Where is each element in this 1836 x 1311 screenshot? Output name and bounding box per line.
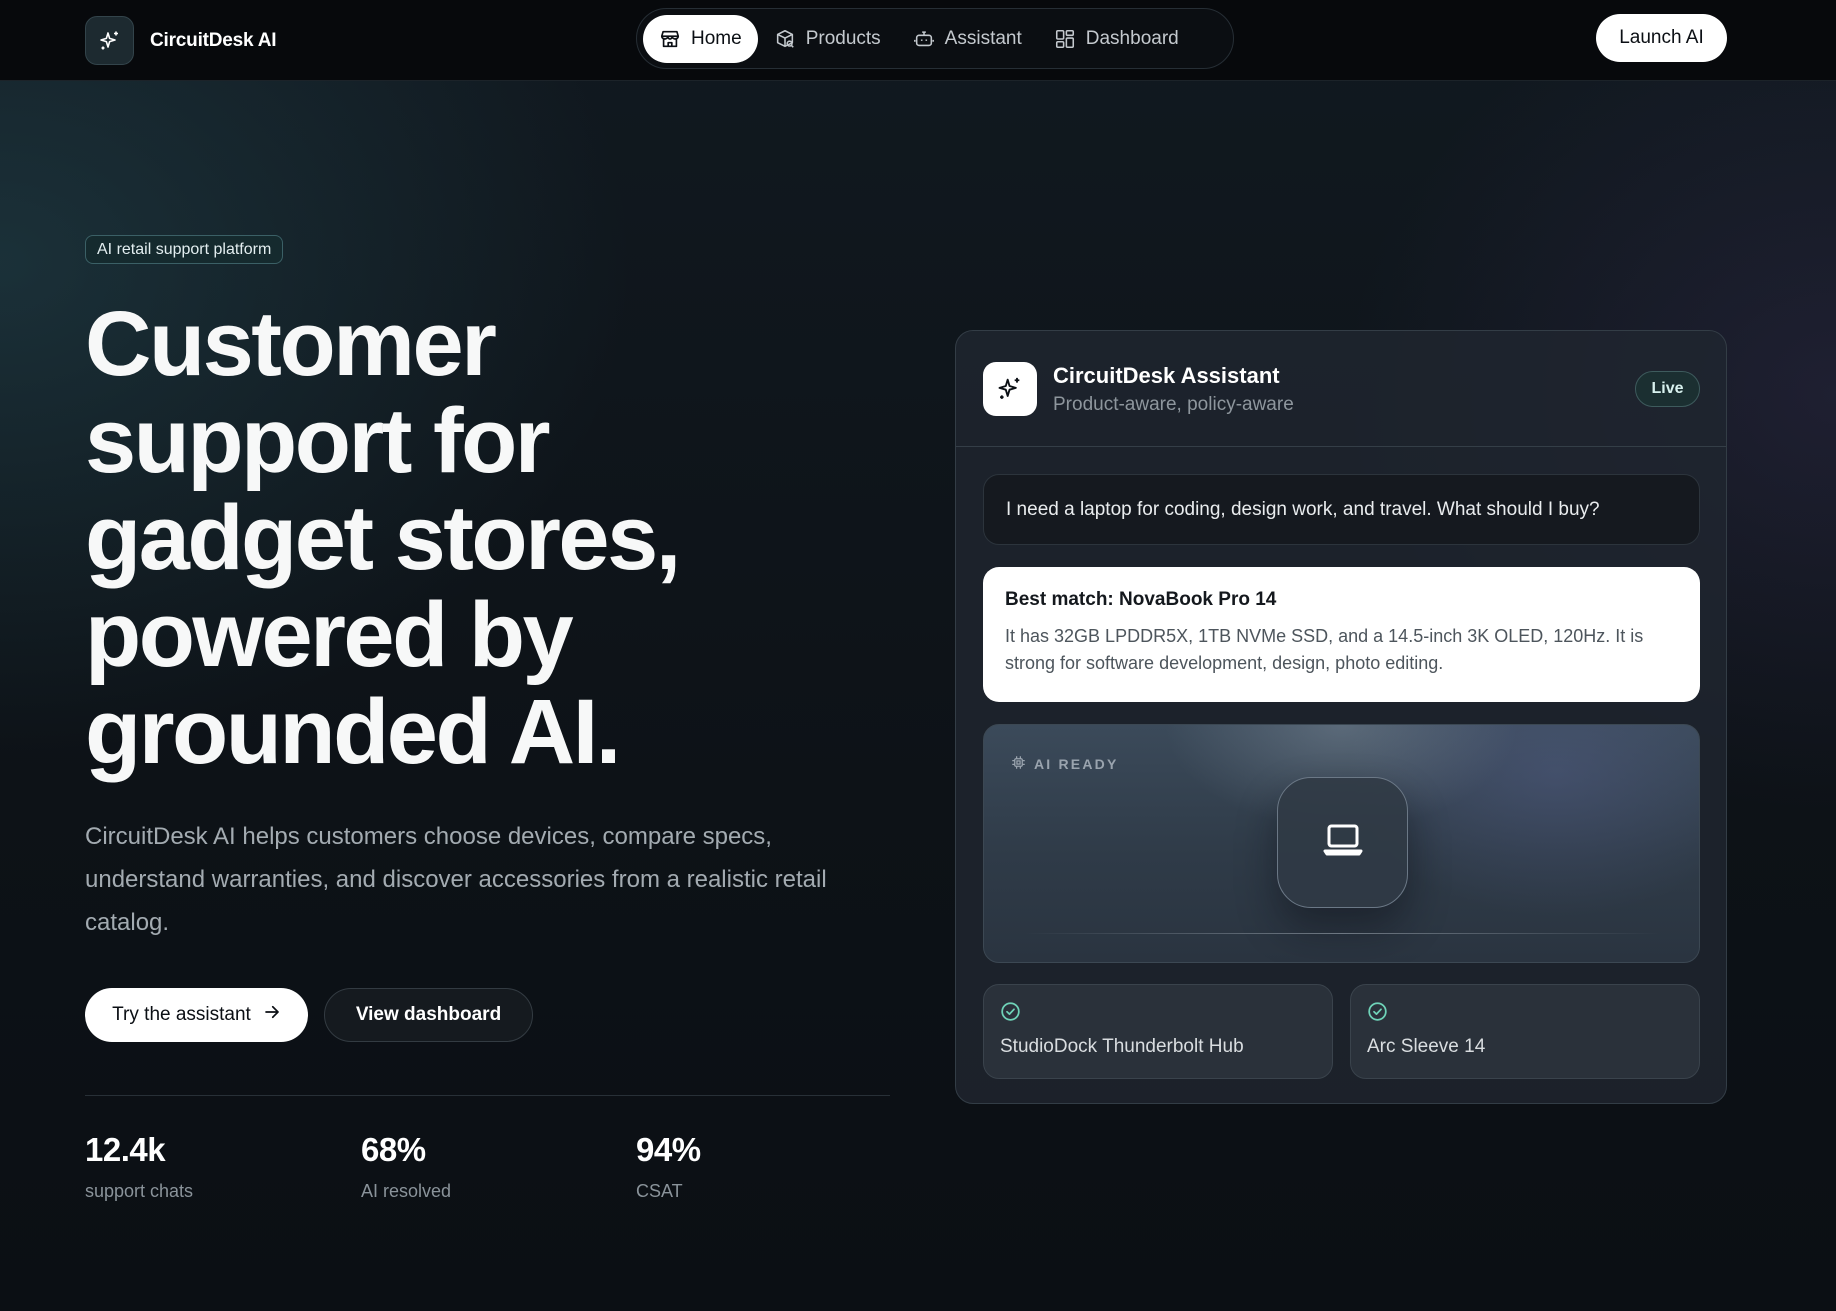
sparkle-icon: [85, 16, 134, 65]
laptop-tile: [1277, 777, 1408, 908]
accessory-card[interactable]: StudioDock Thunderbolt Hub: [983, 984, 1333, 1079]
laptop-icon: [1319, 816, 1367, 869]
check-circle-icon: [1367, 1001, 1388, 1022]
chip-icon: [1011, 755, 1026, 773]
tab-products[interactable]: Products: [758, 15, 897, 63]
hero-title-line: gadget stores,: [85, 487, 681, 589]
bot-icon: [913, 28, 935, 50]
brand-name: CircuitDesk AI: [150, 29, 277, 51]
stat-value: 12.4k: [85, 1131, 166, 1168]
assistant-subtitle: Product-aware, policy-aware: [1053, 394, 1294, 415]
assistant-card: CircuitDesk Assistant Product-aware, pol…: [955, 330, 1727, 1104]
accessory-name: Arc Sleeve 14: [1367, 1036, 1486, 1057]
package-icon: [774, 28, 796, 50]
stat-support-chats: 12.4k support chats: [85, 1131, 193, 1202]
tab-assistant[interactable]: Assistant: [897, 15, 1038, 63]
arrow-right-icon: [263, 1003, 281, 1027]
main-nav: Home Products Assistant Dashboard: [636, 8, 1234, 69]
stat-label: AI resolved: [361, 1181, 452, 1201]
launch-ai-button[interactable]: Launch AI: [1596, 14, 1727, 62]
hero-title-line: powered by: [85, 584, 574, 686]
stat-ai-resolved: 68% AI resolved: [361, 1131, 451, 1202]
assistant-card-header: CircuitDesk Assistant Product-aware, pol…: [956, 331, 1726, 447]
hero-tag: AI retail support platform: [85, 235, 284, 264]
view-dashboard-button[interactable]: View dashboard: [324, 988, 533, 1042]
store-icon: [659, 28, 681, 50]
try-assistant-button[interactable]: Try the assistant: [85, 988, 308, 1042]
sparkle-icon: [983, 362, 1037, 416]
hero-title: Customer support for gadget stores, powe…: [85, 296, 845, 781]
visual-divider: [1024, 933, 1660, 934]
hero-title-line: support for: [85, 390, 551, 492]
top-navbar: CircuitDesk AI Home Products Assistant D…: [0, 0, 1836, 81]
tab-home-label: Home: [691, 27, 742, 49]
dashboard-icon: [1054, 28, 1076, 50]
assistant-name: CircuitDesk Assistant: [1053, 363, 1280, 388]
ai-ready-text: AI READY: [1034, 756, 1119, 772]
check-circle-icon: [1000, 1001, 1021, 1022]
product-visual: AI READY: [983, 724, 1700, 963]
accessory-name: StudioDock Thunderbolt Hub: [1000, 1036, 1244, 1057]
stat-value: 94%: [636, 1131, 701, 1168]
hero-description: CircuitDesk AI helps customers choose de…: [85, 823, 827, 936]
hero-title-line: Customer: [85, 293, 497, 395]
status-badge: Live: [1635, 371, 1700, 407]
stats-divider: [85, 1095, 890, 1096]
ai-ready-label: AI READY: [1011, 755, 1119, 773]
tab-dashboard[interactable]: Dashboard: [1038, 15, 1195, 63]
reply-title: Best match: NovaBook Pro 14: [1005, 589, 1277, 610]
tab-assistant-label: Assistant: [944, 27, 1022, 49]
try-assistant-label: Try the assistant: [112, 1004, 251, 1025]
reply-body: It has 32GB LPDDR5X, 1TB NVMe SSD, and a…: [1005, 626, 1644, 673]
assistant-reply: Best match: NovaBook Pro 14 It has 32GB …: [983, 567, 1700, 702]
stat-label: support chats: [85, 1181, 194, 1201]
accessory-card[interactable]: Arc Sleeve 14: [1350, 984, 1700, 1079]
brand[interactable]: CircuitDesk AI: [85, 16, 277, 65]
tab-dashboard-label: Dashboard: [1085, 27, 1179, 49]
hero-title-line: grounded AI.: [85, 681, 621, 783]
tab-home[interactable]: Home: [643, 14, 758, 63]
stat-value: 68%: [361, 1131, 426, 1168]
tab-products-label: Products: [805, 27, 881, 49]
user-message: I need a laptop for coding, design work,…: [983, 474, 1700, 545]
stat-csat: 94% CSAT: [636, 1131, 701, 1202]
stat-label: CSAT: [636, 1181, 683, 1201]
